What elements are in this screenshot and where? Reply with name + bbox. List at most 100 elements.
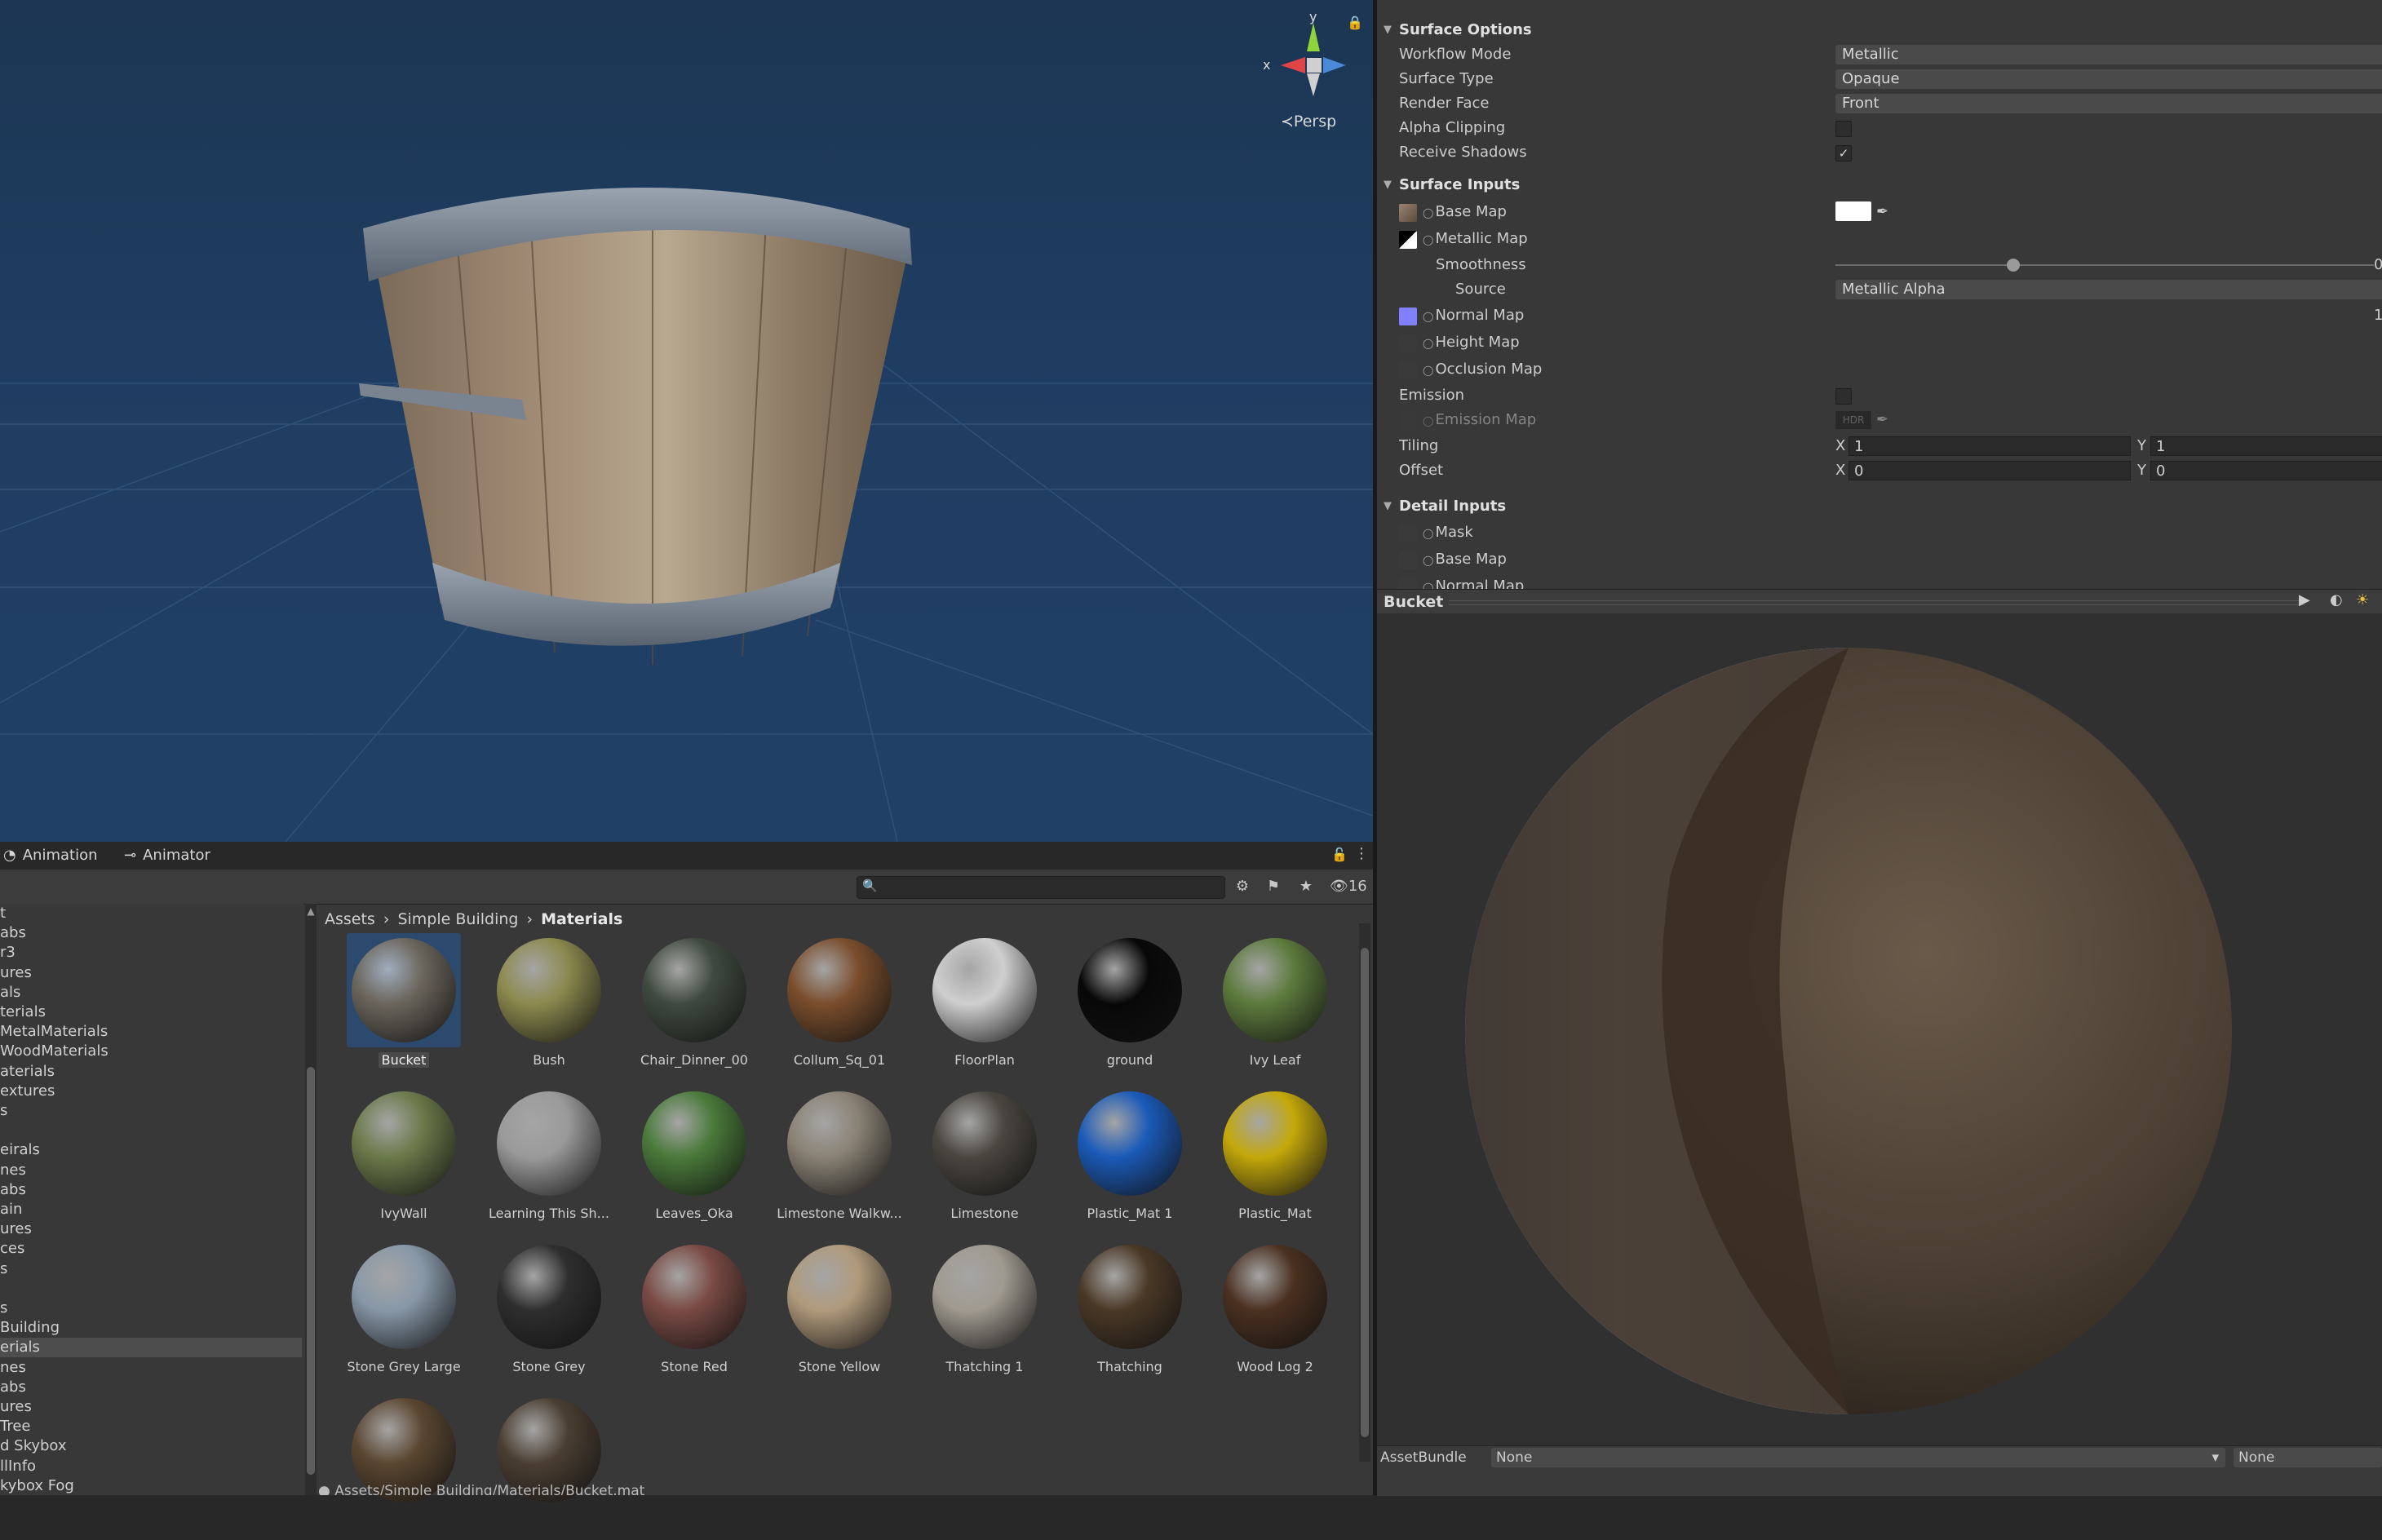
tree-item[interactable] [0,1121,302,1140]
tree-item[interactable]: t [0,904,302,923]
tab-animator[interactable]: ⊸ Animator [124,847,210,864]
material-asset[interactable]: Ivy Leaf [1210,933,1332,1080]
material-asset[interactable]: Thatching [1065,1240,1187,1387]
asset-bundle-dropdown[interactable]: None ▾ [1491,1448,2225,1467]
material-asset[interactable]: IvyWall [339,1086,461,1233]
tree-item[interactable]: aterials [0,1062,302,1082]
material-asset[interactable]: FloorPlan [919,933,1042,1080]
material-asset[interactable]: Stone Red [629,1240,751,1387]
material-asset[interactable]: Thatching 1 [919,1240,1042,1387]
tree-scrollbar[interactable]: ▲ [305,904,317,1495]
material-asset[interactable]: Leaves_Oka [629,1086,751,1233]
asset-bundle-variant-dropdown[interactable]: None [2234,1448,2382,1467]
receive-shadows-checkbox[interactable]: ✓ [1835,145,1852,162]
smoothness-value[interactable]: 0. [2374,253,2382,277]
kebab-menu-icon[interactable]: ⋮ [1354,845,1369,862]
breadcrumb-materials[interactable]: Materials [541,910,622,928]
detail-inputs-foldout[interactable]: ▼ Detail Inputs [1377,494,2382,519]
emission-checkbox[interactable] [1835,388,1852,405]
grid-scrollbar[interactable] [1359,923,1370,1462]
search-input[interactable]: 🔍 [857,876,1225,899]
lock-icon[interactable]: 🔒 [1347,15,1363,30]
metallic-map-texture-slot[interactable] [1399,231,1417,249]
smoothness-slider-handle[interactable] [2006,259,2020,272]
tiling-x-input[interactable]: 1 [1848,436,2131,456]
material-asset[interactable]: Bucket [339,933,461,1080]
preview-header[interactable]: Bucket ▶ ◐ ☀ [1377,589,2382,615]
preview-drag-handle[interactable] [1449,600,2305,605]
tree-item[interactable]: nes [0,1358,302,1378]
material-asset[interactable]: Chair_Dinner_00 [629,933,751,1080]
material-asset[interactable]: Limestone [919,1086,1042,1233]
tree-item[interactable]: WoodMaterials [0,1042,302,1061]
eyedropper-icon[interactable]: ✒ [1876,200,1888,224]
tree-item[interactable]: MetalMaterials [0,1022,302,1042]
create-icon[interactable]: ⚙ [1230,876,1255,897]
material-asset[interactable]: Wood Log 2 [1210,1240,1332,1387]
tree-item[interactable] [0,1279,302,1299]
tree-item[interactable]: r3 [0,943,302,962]
material-asset[interactable]: Bush [484,933,606,1080]
material-asset[interactable]: Stone Yellow [774,1240,897,1387]
tree-item[interactable]: abs [0,1180,302,1200]
tree-item[interactable]: llInfo [0,1457,302,1476]
tab-animation[interactable]: ◔ Animation [3,847,98,864]
tree-item[interactable]: d Skybox [0,1436,302,1456]
normal-map-texture-slot[interactable] [1399,308,1417,325]
material-asset[interactable] [339,1393,461,1540]
tree-item[interactable]: ures [0,1219,302,1239]
lock-icon[interactable]: 🔓 [1331,847,1348,862]
projection-toggle[interactable]: ≺Persp [1281,113,1336,131]
material-asset[interactable]: Stone Grey Large [339,1240,461,1387]
material-asset[interactable]: Stone Grey [484,1240,606,1387]
height-map-texture-slot[interactable] [1399,334,1417,352]
light-toggle-icon[interactable]: ☀ [2356,591,2369,608]
tree-item[interactable]: extures [0,1082,302,1101]
detail-base-map-texture-slot[interactable] [1399,551,1417,569]
tree-item[interactable]: terials [0,1002,302,1022]
breadcrumb-simple-building[interactable]: Simple Building [397,910,518,928]
tree-item[interactable]: s [0,1299,302,1318]
surface-type-dropdown[interactable]: Opaque [1835,69,2382,89]
source-dropdown[interactable]: Metallic Alpha [1835,280,2382,299]
material-preview[interactable] [1377,613,2382,1445]
surface-options-foldout[interactable]: ▼ Surface Options [1377,18,2382,42]
base-map-color-swatch[interactable] [1835,201,1871,221]
tree-item[interactable]: ures [0,963,302,983]
detail-normal-map-texture-slot[interactable] [1399,578,1417,589]
material-asset[interactable]: ground [1065,933,1187,1080]
smoothness-slider-track[interactable] [1835,264,2374,266]
tree-item[interactable]: kybox Fog [0,1476,302,1495]
tree-item[interactable]: abs [0,1378,302,1397]
emission-hdr-color[interactable]: HDR [1835,411,1871,429]
favorite-star-icon[interactable]: ★ [1294,876,1318,897]
tree-item[interactable]: Tree [0,1417,302,1436]
tree-item[interactable]: s [0,1101,302,1121]
tree-item[interactable]: ain [0,1200,302,1219]
tree-item[interactable]: als [0,983,302,1002]
tiling-y-input[interactable]: 1 [2150,436,2382,456]
workflow-mode-dropdown[interactable]: Metallic [1835,45,2382,64]
tree-item[interactable]: ces [0,1239,302,1259]
normal-map-scale[interactable]: 1 [2374,303,2382,328]
tree-item[interactable]: abs [0,923,302,943]
material-asset[interactable]: Plastic_Mat [1210,1086,1332,1233]
hidden-packages-toggle[interactable]: 👁16 [1330,878,1367,895]
play-icon[interactable]: ▶ [2299,591,2310,608]
render-face-dropdown[interactable]: Front [1835,94,2382,113]
material-asset[interactable] [484,1393,606,1540]
material-asset[interactable]: Collum_Sq_01 [774,933,897,1080]
offset-x-input[interactable]: 0 [1848,461,2131,480]
bucket-model[interactable] [359,188,912,665]
surface-inputs-foldout[interactable]: ▼ Surface Inputs [1377,173,2382,197]
tree-item[interactable]: nes [0,1161,302,1180]
tree-item[interactable]: s [0,1259,302,1279]
offset-y-input[interactable]: 0 [2150,461,2382,480]
preview-mesh-icon[interactable]: ◐ [2330,591,2343,608]
material-asset[interactable]: Learning This Sh... [484,1086,609,1233]
alpha-clipping-checkbox[interactable] [1835,121,1852,137]
tree-item[interactable]: Building [0,1318,302,1338]
base-map-texture-slot[interactable] [1399,204,1417,222]
mask-texture-slot[interactable] [1399,524,1417,542]
tree-item[interactable]: ures [0,1397,302,1417]
